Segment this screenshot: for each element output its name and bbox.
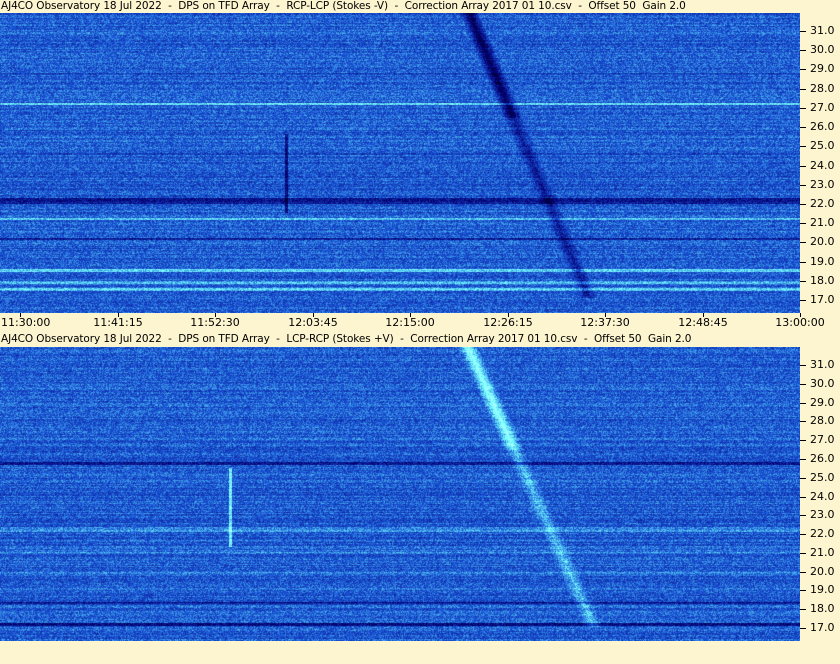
frequency-label: 29.0 — [810, 62, 835, 75]
frequency-label: 22.0 — [810, 527, 835, 540]
frequency-label: 17.0 — [810, 621, 835, 634]
frequency-label: 29.0 — [810, 396, 835, 409]
frequency-label: 24.0 — [810, 490, 835, 503]
frequency-tick — [800, 628, 806, 629]
time-axis: 11:30:00 11:41:15 11:52:30 12:03:45 12:15:00… — [0, 313, 840, 333]
time-label: 11:30:00 — [1, 316, 51, 329]
frequency-label: 23.0 — [810, 178, 835, 191]
frequency-label: 21.0 — [810, 546, 835, 559]
panel-title-top: AJ4CO Observatory 18 Jul 2022 - DPS on T… — [0, 0, 801, 13]
time-label: 12:37:30 — [580, 316, 630, 329]
time-label: 11:52:30 — [190, 316, 240, 329]
frequency-label: 18.0 — [810, 274, 835, 287]
frequency-label: 26.0 — [810, 120, 835, 133]
frequency-tick — [800, 262, 806, 263]
frequency-tick — [800, 459, 806, 460]
frequency-label: 27.0 — [810, 433, 835, 446]
frequency-label: 30.0 — [810, 377, 835, 390]
frequency-axis-top: 31.0 30.0 29.0 28.0 27.0 26.0 25.0 24.0 23.0 22.0… — [800, 13, 840, 313]
frequency-tick — [800, 497, 806, 498]
time-label: 13:00:00 — [775, 316, 825, 329]
frequency-label: 19.0 — [810, 583, 835, 596]
frequency-axis-bottom: 31.0 30.0 29.0 28.0 27.0 26.0 25.0 24.0 23.0 22.0… — [800, 347, 840, 641]
frequency-tick — [800, 553, 806, 554]
frequency-tick — [800, 127, 806, 128]
frequency-label: 28.0 — [810, 414, 835, 427]
frequency-label: 17.0 — [810, 293, 835, 306]
frequency-tick — [800, 365, 806, 366]
frequency-label: 28.0 — [810, 82, 835, 95]
frequency-tick — [800, 440, 806, 441]
frequency-label: 25.0 — [810, 471, 835, 484]
frequency-tick — [800, 300, 806, 301]
frequency-label: 23.0 — [810, 508, 835, 521]
frequency-tick — [800, 185, 806, 186]
frequency-tick — [800, 108, 806, 109]
frequency-tick — [800, 204, 806, 205]
spectrogram-lcp-rcp[interactable] — [0, 347, 800, 641]
frequency-tick — [800, 166, 806, 167]
time-label: 12:26:15 — [483, 316, 533, 329]
time-label: 11:41:15 — [93, 316, 143, 329]
frequency-tick — [800, 146, 806, 147]
frequency-tick — [800, 515, 806, 516]
frequency-tick — [800, 50, 806, 51]
frequency-label: 30.0 — [810, 43, 835, 56]
frequency-tick — [800, 89, 806, 90]
time-label: 12:48:45 — [678, 316, 728, 329]
frequency-label: 31.0 — [810, 24, 835, 37]
frequency-tick — [800, 421, 806, 422]
frequency-label: 21.0 — [810, 216, 835, 229]
frequency-label: 20.0 — [810, 565, 835, 578]
frequency-label: 31.0 — [810, 358, 835, 371]
frequency-label: 26.0 — [810, 452, 835, 465]
panel-title-bottom: AJ4CO Observatory 18 Jul 2022 - DPS on T… — [0, 333, 801, 346]
frequency-tick — [800, 223, 806, 224]
spectrogram-rcp-lcp[interactable] — [0, 13, 800, 313]
frequency-tick — [800, 384, 806, 385]
frequency-label: 20.0 — [810, 235, 835, 248]
frequency-tick — [800, 572, 806, 573]
frequency-label: 27.0 — [810, 101, 835, 114]
frequency-label: 25.0 — [810, 139, 835, 152]
frequency-tick — [800, 478, 806, 479]
frequency-tick — [800, 242, 806, 243]
frequency-tick — [800, 281, 806, 282]
frequency-tick — [800, 403, 806, 404]
frequency-tick — [800, 31, 806, 32]
frequency-label: 24.0 — [810, 159, 835, 172]
frequency-tick — [800, 534, 806, 535]
frequency-label: 18.0 — [810, 602, 835, 615]
frequency-tick — [800, 69, 806, 70]
bottom-status-strip — [0, 641, 840, 664]
frequency-tick — [800, 590, 806, 591]
frequency-label: 19.0 — [810, 255, 835, 268]
frequency-label: 22.0 — [810, 197, 835, 210]
frequency-tick — [800, 609, 806, 610]
time-label: 12:15:00 — [385, 316, 435, 329]
time-label: 12:03:45 — [288, 316, 338, 329]
